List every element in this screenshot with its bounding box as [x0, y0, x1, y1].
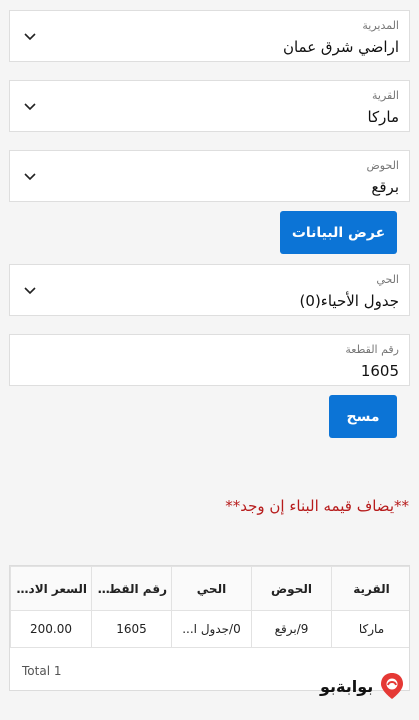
show-data-button[interactable]: عرض البيانات	[280, 211, 397, 254]
table-cell: ماركا	[331, 610, 409, 648]
table-header-row: القرية الحوض الحي رقم القطعة السعر الادا…	[10, 566, 409, 611]
directorate-value: اراضي شرق عمان	[282, 38, 399, 56]
column-header[interactable]: السعر الادا...	[10, 566, 92, 611]
table-row[interactable]: ماركا 9/برقع 0/جدول ا... 1605 200.00	[10, 610, 409, 648]
village-select[interactable]: القرية ماركا	[9, 80, 410, 132]
screen: المديرية اراضي شرق عمان القرية ماركا الح…	[0, 0, 419, 720]
chevron-down-icon	[24, 103, 36, 111]
chevron-down-icon	[24, 287, 36, 295]
building-value-note: **يضاف قيمه البناء إن وجد**	[225, 497, 409, 515]
brand-logo[interactable]: بوابةبو	[320, 672, 405, 700]
neighborhood-label: الحي	[376, 273, 399, 286]
table-total: Total 1	[22, 664, 62, 678]
column-header[interactable]: الحي	[171, 566, 252, 611]
basin-select[interactable]: الحوض برقع	[9, 150, 410, 202]
plot-number-field[interactable]: رقم القطعة 1605	[9, 334, 410, 386]
neighborhood-value: جدول الأحياء(0)	[299, 292, 399, 310]
clear-button[interactable]: مسح	[329, 395, 397, 438]
table-cell: 9/برقع	[251, 610, 332, 648]
table-cell: 1605	[91, 610, 172, 648]
basin-label: الحوض	[366, 159, 400, 172]
basin-value: برقع	[371, 178, 399, 196]
directorate-select[interactable]: المديرية اراضي شرق عمان	[9, 10, 410, 62]
chevron-down-icon	[24, 173, 36, 181]
column-header[interactable]: الحوض	[251, 566, 332, 611]
table-cell: 200.00	[10, 610, 92, 648]
neighborhood-select[interactable]: الحي جدول الأحياء(0)	[9, 264, 410, 316]
plot-number-label: رقم القطعة	[345, 343, 399, 356]
table-cell: 0/جدول ا...	[171, 610, 252, 648]
directorate-label: المديرية	[362, 19, 399, 32]
column-header[interactable]: القرية	[331, 566, 409, 611]
village-label: القرية	[371, 89, 399, 102]
location-pin-icon	[381, 673, 404, 699]
brand-logo-text: بوابةبو	[320, 676, 374, 696]
plot-number-value: 1605	[360, 362, 399, 380]
village-value: ماركا	[367, 108, 399, 126]
chevron-down-icon	[24, 33, 36, 41]
column-header[interactable]: رقم القطعة	[91, 566, 172, 611]
